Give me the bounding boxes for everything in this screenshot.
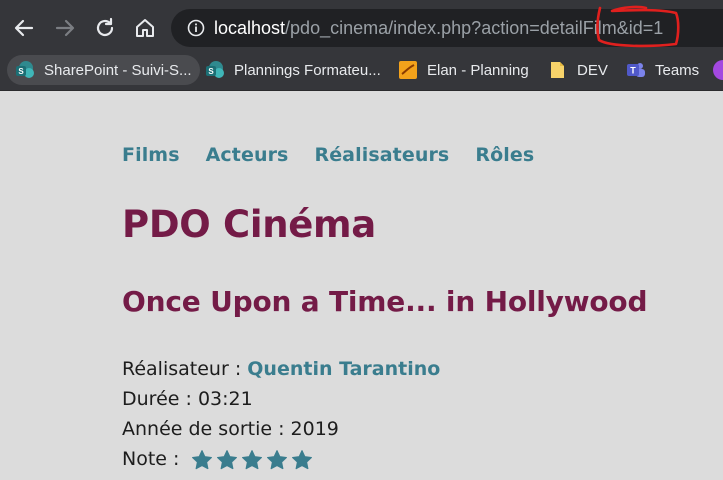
film-title: Once Upon a Time... in Hollywood (122, 285, 648, 318)
bookmarks-bar: S SharePoint - Suivi-S... S Plannings Fo… (0, 51, 723, 91)
director-label: Réalisateur : (122, 358, 248, 380)
bookmark-plannings-formateurs[interactable]: S Plannings Formateu... (205, 55, 381, 85)
address-bar[interactable]: localhost/pdo_cinema/index.php?action=de… (171, 9, 723, 47)
sharepoint-icon: S (206, 61, 224, 78)
bookmark-label: SharePoint - Suivi-S... (44, 61, 192, 79)
star-icon (217, 449, 238, 469)
elan-icon (399, 61, 417, 79)
bookmark-sharepoint-suivi[interactable]: S SharePoint - Suivi-S... (7, 55, 200, 85)
nav-link-realisateurs[interactable]: Réalisateurs (314, 144, 449, 166)
rating-row: Note : (122, 444, 440, 474)
star-icon (292, 449, 313, 469)
site-nav: Films Acteurs Réalisateurs Rôles (122, 144, 560, 166)
url-host: localhost (214, 18, 286, 38)
site-title: PDO Cinéma (122, 203, 376, 246)
star-icon (267, 449, 288, 469)
bookmark-label: Teams (655, 61, 700, 79)
director-row: Réalisateur : Quentin Tarantino (122, 354, 440, 384)
director-link[interactable]: Quentin Tarantino (247, 358, 440, 380)
forward-arrow-icon (55, 19, 75, 37)
duration-row: Durée : 03:21 (122, 384, 440, 414)
url-text[interactable]: localhost/pdo_cinema/index.php?action=de… (214, 18, 663, 39)
url-path: /pdo_cinema/index.php?action=detailFilm&… (285, 18, 664, 38)
browser-toolbar: localhost/pdo_cinema/index.php?action=de… (0, 0, 723, 51)
bookmark-label: Elan - Planning (427, 61, 529, 79)
teams-icon: T (627, 63, 645, 77)
forward-button[interactable] (53, 16, 77, 40)
svg-text:S: S (208, 67, 214, 76)
sharepoint-icon: S (16, 61, 34, 78)
year-value: 2019 (290, 418, 339, 440)
home-icon (136, 19, 154, 37)
back-arrow-icon (14, 19, 34, 37)
film-details: Réalisateur : Quentin Tarantino Durée : … (122, 354, 440, 474)
bookmark-teams[interactable]: T Teams (626, 55, 699, 85)
duration-value: 03:21 (197, 388, 253, 410)
duration-label: Durée : (122, 388, 198, 410)
nav-link-roles[interactable]: Rôles (475, 144, 534, 166)
bookmark-dev[interactable]: DEV (548, 55, 608, 85)
star-icon (192, 449, 213, 469)
info-icon[interactable] (187, 19, 205, 37)
nav-link-acteurs[interactable]: Acteurs (206, 144, 289, 166)
year-row: Année de sortie : 2019 (122, 414, 440, 444)
rating-stars (191, 449, 316, 471)
home-button[interactable] (133, 16, 157, 40)
nav-link-films[interactable]: Films (122, 144, 180, 166)
year-label: Année de sortie : (122, 418, 291, 440)
bookmark-label: Plannings Formateu... (234, 61, 381, 79)
folder-icon (551, 62, 564, 78)
bookmark-overflow-icon[interactable] (713, 60, 723, 80)
svg-text:T: T (630, 66, 636, 76)
star-icon (242, 449, 263, 469)
back-button[interactable] (12, 16, 36, 40)
rating-label: Note : (122, 448, 186, 470)
bookmark-elan-planning[interactable]: Elan - Planning (398, 55, 529, 85)
reload-button[interactable] (93, 16, 117, 40)
svg-text:S: S (18, 67, 24, 76)
reload-icon (96, 17, 114, 37)
bookmark-label: DEV (577, 61, 608, 79)
